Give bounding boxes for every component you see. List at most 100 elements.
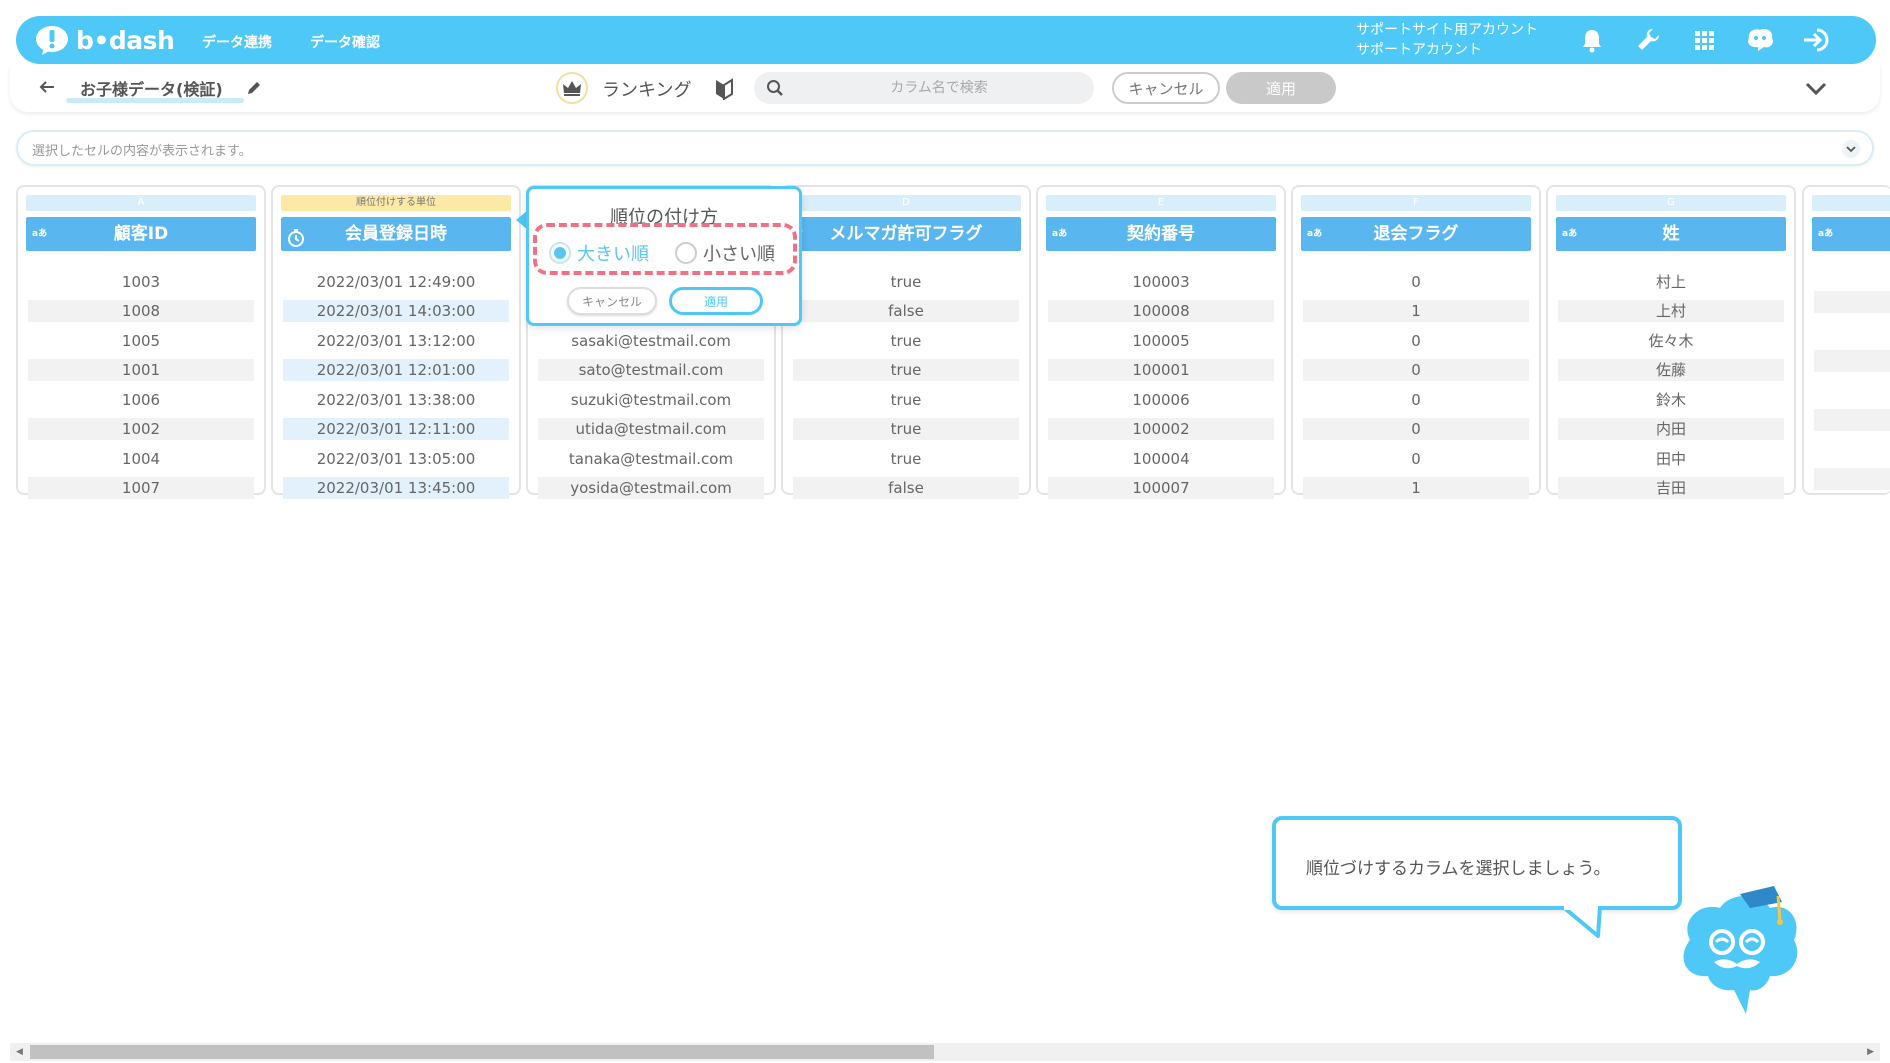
account-name: サポートサイト用アカウント <box>1356 22 1538 38</box>
apply-button[interactable]: 適用 <box>1226 72 1336 104</box>
popup-apply-button[interactable]: 適用 <box>669 287 763 315</box>
table-column[interactable]: 順位付けする単位 会員登録日時 2022/03/01 12:49:00 2022/03… <box>271 185 521 499</box>
wrench-icon[interactable] <box>1634 26 1662 54</box>
table-cell[interactable]: 2022/03/01 13:05:00 <box>283 448 509 470</box>
pencil-icon[interactable] <box>246 80 262 96</box>
table-cell[interactable]: 100003 <box>1048 271 1274 293</box>
column-header[interactable]: aあ 契約番号 <box>1046 217 1276 251</box>
table-cell[interactable]: 100004 <box>1048 448 1274 470</box>
mascot-chat-icon[interactable] <box>1744 26 1773 54</box>
table-cell[interactable]: 1 <box>1303 300 1529 322</box>
account-info[interactable]: サポートサイト用アカウント サポートアカウント <box>1356 20 1538 60</box>
table-cell[interactable]: 0 <box>1303 330 1529 352</box>
table-cell[interactable]: true <box>793 359 1019 381</box>
table-cell[interactable]: 100006 <box>1048 389 1274 411</box>
table-cell[interactable]: 1005 <box>28 330 254 352</box>
table-cell[interactable]: 100001 <box>1048 359 1274 381</box>
table-cell[interactable]: 1008 <box>28 300 254 322</box>
table-cell[interactable]: 1004 <box>28 448 254 470</box>
expand-chevron-icon[interactable] <box>1842 140 1860 158</box>
beginner-mark-icon[interactable] <box>714 78 734 101</box>
table-column[interactable]: Aaあ 顧客ID 1003 1008 1005 1001 1006 1002 1004 1007 <box>16 185 266 499</box>
bell-icon[interactable] <box>1578 26 1606 54</box>
table-cell[interactable]: 1006 <box>28 389 254 411</box>
column-header[interactable]: aあ <box>1812 217 1890 251</box>
grid-icon[interactable] <box>1690 26 1718 54</box>
table-cell[interactable]: 1007 <box>28 477 254 499</box>
table-cell[interactable]: false <box>793 477 1019 499</box>
table-column[interactable]: Faあ 退会フラグ 0 1 0 0 0 0 0 1 <box>1291 185 1541 499</box>
logout-icon[interactable] <box>1800 26 1829 54</box>
table-column[interactable]: Eaあ 契約番号 100003 100008 100005 100001 100006 100… <box>1036 185 1286 499</box>
bdash-logo[interactable]: b•dash <box>34 24 175 56</box>
popup-cancel-button[interactable]: キャンセル <box>567 287 657 315</box>
radio-ascending[interactable]: 小さい順 <box>675 241 775 265</box>
table-cell[interactable]: 1 <box>1303 477 1529 499</box>
chevron-down-icon[interactable] <box>1804 78 1828 98</box>
table-cell[interactable]: 2022/03/01 12:49:00 <box>283 271 509 293</box>
table-cell[interactable]: 村上 <box>1558 271 1784 293</box>
table-cell[interactable]: 2022/03/01 13:45:00 <box>283 477 509 499</box>
table-cell[interactable]: 内田 <box>1558 418 1784 440</box>
table-cell[interactable]: 1001 <box>28 359 254 381</box>
table-cell[interactable]: 吉田 <box>1558 477 1784 499</box>
table-cell[interactable]: 0 <box>1303 389 1529 411</box>
table-cell[interactable] <box>1814 409 1890 431</box>
back-arrow-icon[interactable] <box>38 78 56 96</box>
column-header[interactable]: aあ 退会フラグ <box>1301 217 1531 251</box>
table-cell[interactable]: 0 <box>1303 418 1529 440</box>
table-cell[interactable] <box>1814 350 1890 372</box>
table-cell[interactable]: sato@testmail.com <box>538 359 764 381</box>
table-cell[interactable]: 佐藤 <box>1558 359 1784 381</box>
table-cell[interactable]: true <box>793 330 1019 352</box>
table-cell[interactable]: 鈴木 <box>1558 389 1784 411</box>
cell-content-bar[interactable]: 選択したセルの内容が表示されます。 <box>16 130 1874 166</box>
radio-descending[interactable]: 大きい順 <box>549 241 649 265</box>
column-header[interactable]: 会員登録日時 <box>281 217 511 251</box>
table-column-partial[interactable]: aあ <box>1802 185 1890 495</box>
table-cell[interactable]: yosida@testmail.com <box>538 477 764 499</box>
table-cell[interactable]: 0 <box>1303 271 1529 293</box>
table-cell[interactable]: 2022/03/01 12:11:00 <box>283 418 509 440</box>
table-cell[interactable]: 佐々木 <box>1558 330 1784 352</box>
scroll-left-arrow-icon[interactable]: ◀ <box>16 1047 23 1057</box>
search-input[interactable] <box>794 72 1084 104</box>
table-cell[interactable]: 100005 <box>1048 330 1274 352</box>
table-column[interactable]: Gaあ 姓村上 上村 佐々木 佐藤 鈴木 内田 田中 吉田 <box>1546 185 1796 499</box>
dataset-name[interactable]: お子様データ(検証) <box>80 76 223 100</box>
table-column[interactable]: D ✓メルマガ許可フラグ true false true true true true true… <box>781 185 1031 499</box>
cancel-button[interactable]: キャンセル <box>1112 72 1220 104</box>
table-cell[interactable]: true <box>793 448 1019 470</box>
table-cell[interactable]: 1002 <box>28 418 254 440</box>
table-cell[interactable]: 1003 <box>28 271 254 293</box>
column-header[interactable]: ✓メルマガ許可フラグ <box>791 217 1021 251</box>
scroll-right-arrow-icon[interactable]: ▶ <box>1867 1047 1874 1057</box>
column-header[interactable]: aあ 顧客ID <box>26 217 256 251</box>
table-cell[interactable]: 2022/03/01 13:12:00 <box>283 330 509 352</box>
table-cell[interactable]: utida@testmail.com <box>538 418 764 440</box>
table-cell[interactable] <box>1814 291 1890 313</box>
table-cell[interactable]: sasaki@testmail.com <box>538 330 764 352</box>
table-cell[interactable]: 上村 <box>1558 300 1784 322</box>
table-cell[interactable]: 100007 <box>1048 477 1274 499</box>
table-cell[interactable]: 2022/03/01 13:38:00 <box>283 389 509 411</box>
table-cell[interactable]: true <box>793 418 1019 440</box>
table-cell[interactable]: suzuki@testmail.com <box>538 389 764 411</box>
table-cell[interactable]: false <box>793 300 1019 322</box>
table-cell[interactable] <box>1814 468 1890 490</box>
column-header[interactable]: aあ 姓 <box>1556 217 1786 251</box>
table-cell[interactable]: 0 <box>1303 448 1529 470</box>
table-cell[interactable]: true <box>793 389 1019 411</box>
table-cell[interactable]: 2022/03/01 14:03:00 <box>283 300 509 322</box>
table-cell[interactable]: tanaka@testmail.com <box>538 448 764 470</box>
scrollbar-thumb[interactable] <box>30 1045 934 1059</box>
table-cell[interactable]: 100002 <box>1048 418 1274 440</box>
nav-data-check[interactable]: データ確認 <box>310 32 380 52</box>
table-cell[interactable]: true <box>793 271 1019 293</box>
table-cell[interactable]: 0 <box>1303 359 1529 381</box>
table-cell[interactable]: 2022/03/01 12:01:00 <box>283 359 509 381</box>
table-cell[interactable]: 100008 <box>1048 300 1274 322</box>
horizontal-scrollbar[interactable]: ◀ ▶ <box>10 1043 1880 1061</box>
table-cell[interactable]: 田中 <box>1558 448 1784 470</box>
nav-data-integration[interactable]: データ連携 <box>202 32 272 52</box>
